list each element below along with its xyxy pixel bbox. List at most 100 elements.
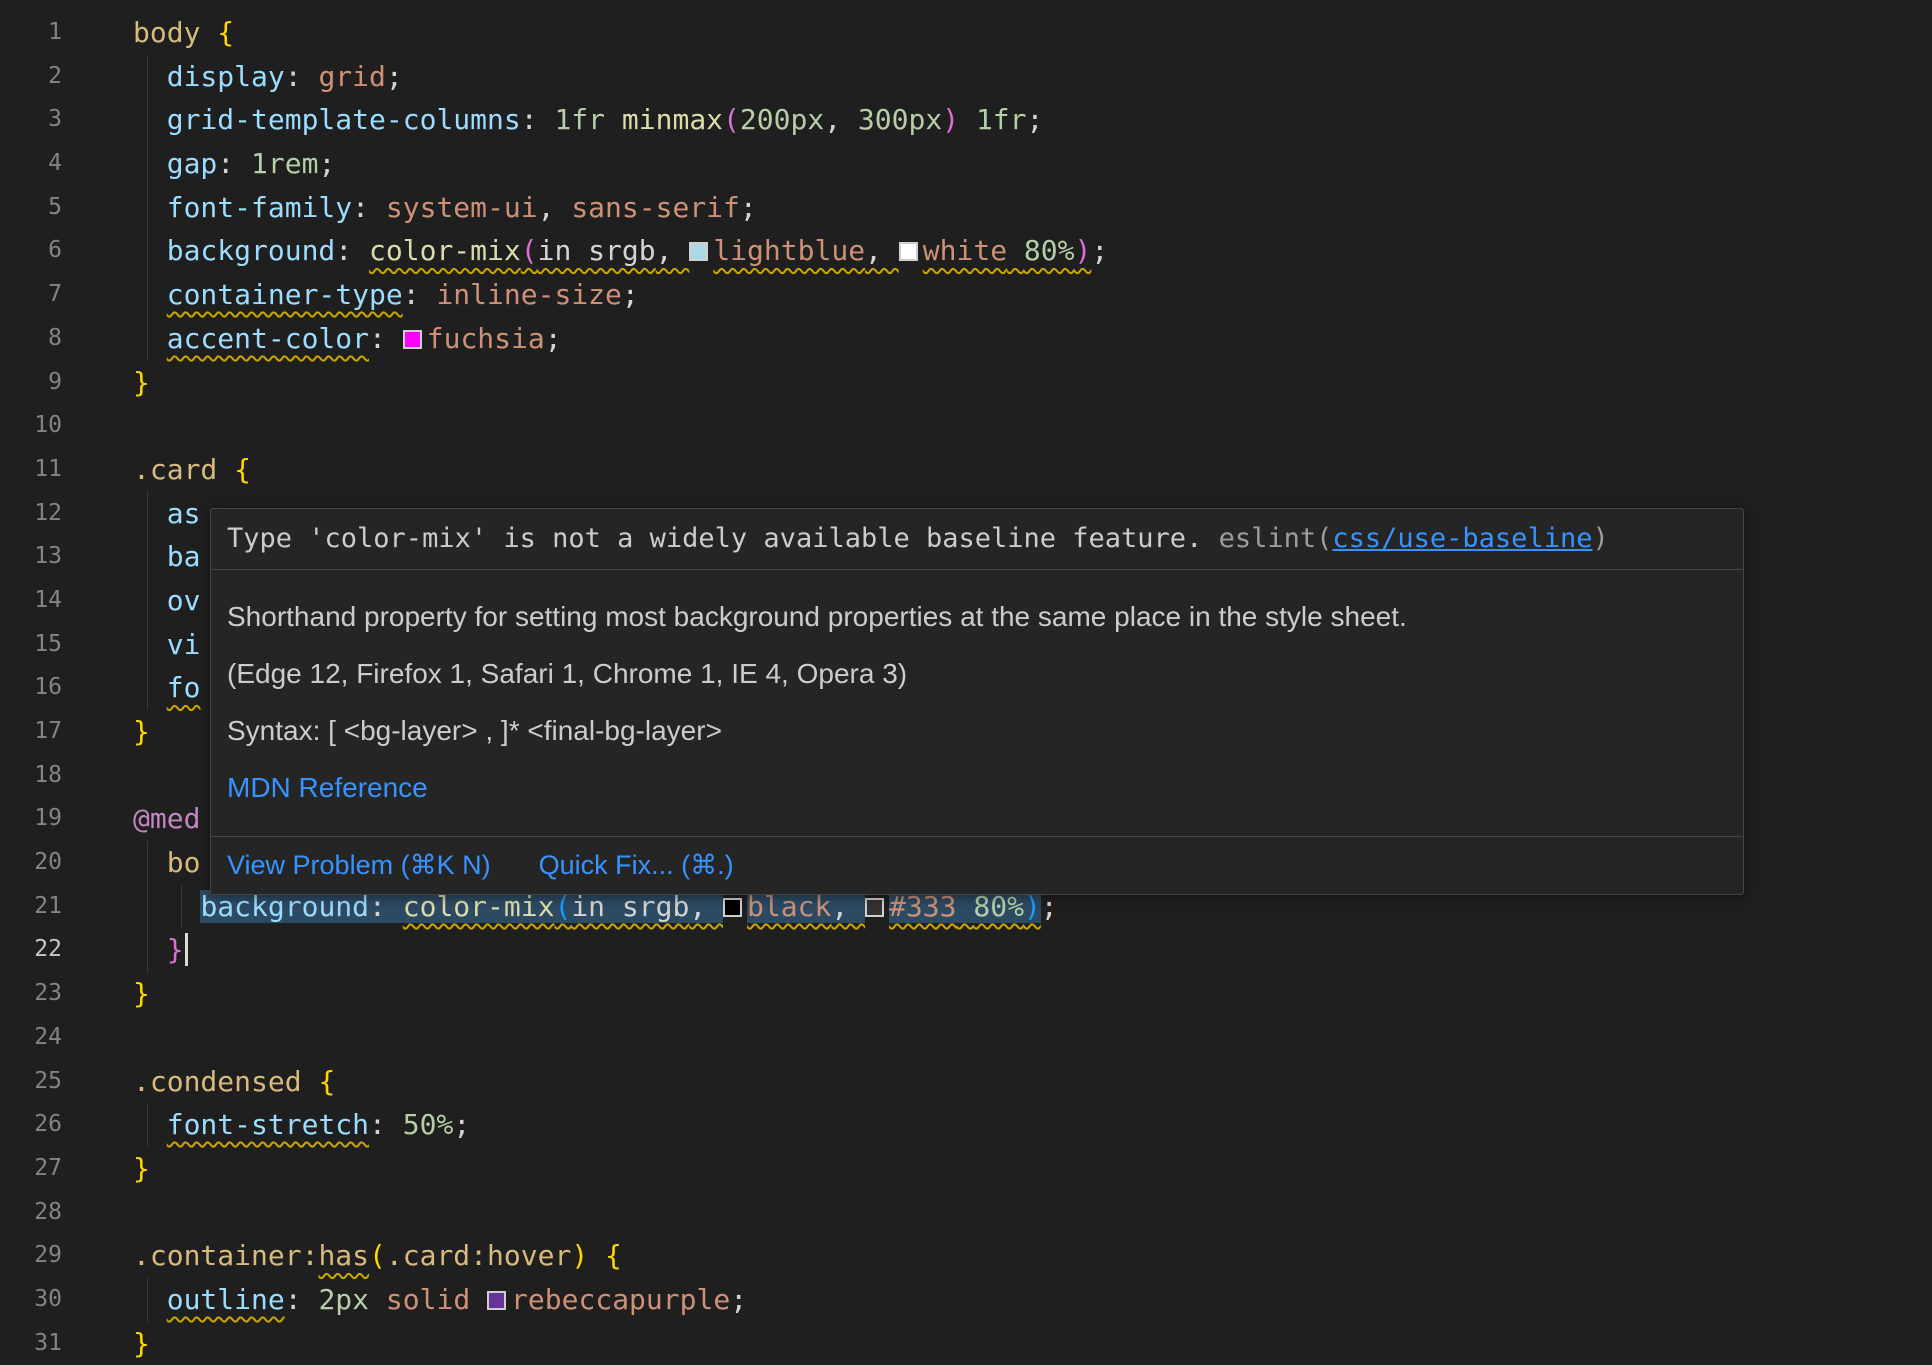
line-number: 4 (0, 142, 62, 186)
line-number: 13 (0, 535, 62, 579)
code-line[interactable]: 9} (0, 361, 1932, 405)
code-token (1007, 234, 1024, 267)
code-line[interactable]: 5 font-family: system-ui, sans-serif; (0, 186, 1932, 230)
code-token: , (656, 234, 690, 267)
line-number: 16 (0, 666, 62, 710)
code-line[interactable]: 7 container-type: inline-size; (0, 273, 1932, 317)
code-line[interactable]: 29.container:has(.card:hover) { (0, 1234, 1932, 1278)
line-number: 25 (0, 1060, 62, 1104)
code-token: { (234, 453, 251, 486)
code-text: vi (133, 623, 200, 667)
color-swatch[interactable] (403, 330, 422, 349)
code-token: gap (167, 147, 218, 180)
line-number: 12 (0, 492, 62, 536)
code-token (133, 628, 167, 661)
code-token: , (824, 103, 858, 136)
code-text: grid-template-columns: 1fr minmax(200px,… (133, 98, 1043, 142)
code-line[interactable]: 31} (0, 1322, 1932, 1365)
code-token: inline-size (436, 278, 621, 311)
code-token: sans-serif (571, 191, 740, 224)
line-number: 19 (0, 797, 62, 841)
code-token: as (167, 497, 201, 530)
code-token (133, 933, 167, 966)
code-token: } (133, 1327, 150, 1360)
diagnostic-message: Type 'color-mix' is not a widely availab… (211, 509, 1743, 570)
code-text: outline: 2px solid rebeccapurple; (133, 1278, 747, 1322)
code-token (133, 234, 167, 267)
code-token: color-mix (369, 234, 521, 267)
code-text: .condensed { (133, 1060, 335, 1104)
code-line[interactable]: 25 .condensed { (0, 1060, 1932, 1104)
color-swatch[interactable] (689, 242, 708, 261)
code-line[interactable]: 24 (0, 1016, 1932, 1060)
code-token: vi (167, 628, 201, 661)
code-line[interactable]: 30 outline: 2px solid rebeccapurple; (0, 1278, 1932, 1322)
line-number: 18 (0, 754, 62, 798)
code-text: ba (133, 535, 200, 579)
code-line[interactable]: 22 } (0, 928, 1932, 972)
code-line[interactable]: 27} (0, 1147, 1932, 1191)
code-token: ( (369, 1239, 386, 1272)
code-token: has (318, 1239, 369, 1272)
color-swatch[interactable] (899, 242, 918, 261)
code-token: ; (1091, 234, 1108, 267)
code-line[interactable]: 8 accent-color: fuchsia; (0, 317, 1932, 361)
code-token: } (133, 1152, 150, 1185)
code-token: outline (167, 1283, 285, 1316)
code-token: ( (521, 234, 538, 267)
code-line[interactable]: 4 gap: 1rem; (0, 142, 1932, 186)
color-swatch[interactable] (723, 898, 742, 917)
code-token: background (167, 234, 336, 267)
code-text: font-stretch: 50%; (133, 1103, 470, 1147)
vscode-editor: 1body {2 display: grid;3 grid-template-c… (0, 0, 1932, 1358)
view-problem-action[interactable]: View Problem (⌘K N) (227, 850, 491, 881)
code-token: 50% (403, 1108, 454, 1141)
code-line[interactable]: 10 (0, 404, 1932, 448)
diagnostic-source-prefix: eslint( (1219, 523, 1333, 554)
code-line[interactable]: 2 display: grid; (0, 55, 1932, 99)
code-token: { (217, 16, 234, 49)
code-token (133, 1283, 167, 1316)
code-token: lightblue (713, 234, 865, 267)
code-text: as (133, 492, 200, 536)
code-line[interactable]: 11.card { (0, 448, 1932, 492)
doc-browser-support: (Edge 12, Firefox 1, Safari 1, Chrome 1,… (227, 657, 1727, 690)
line-number: 1 (0, 11, 62, 55)
mdn-reference-link[interactable]: MDN Reference (227, 772, 428, 803)
line-number: 30 (0, 1278, 62, 1322)
code-text: accent-color: fuchsia; (133, 317, 562, 361)
code-token: solid (386, 1283, 470, 1316)
code-line[interactable]: 23} (0, 972, 1932, 1016)
code-token (133, 497, 167, 530)
code-text: font-family: system-ui, sans-serif; (133, 186, 757, 230)
code-token: : (285, 1283, 319, 1316)
code-token: : (352, 191, 386, 224)
code-line[interactable]: 1body { (0, 11, 1932, 55)
color-swatch[interactable] (865, 898, 884, 917)
code-token: , (538, 191, 572, 224)
code-line[interactable]: 3 grid-template-columns: 1fr minmax(200p… (0, 98, 1932, 142)
quick-fix-action[interactable]: Quick Fix... (⌘.) (539, 850, 734, 881)
hover-actions-bar: View Problem (⌘K N) Quick Fix... (⌘.) (211, 836, 1743, 894)
code-text: bo (133, 841, 200, 885)
code-token: } (133, 715, 150, 748)
code-token: in srgb (538, 234, 656, 267)
code-token (133, 540, 167, 573)
code-text: } (133, 1147, 150, 1191)
code-token: bo (167, 846, 201, 879)
code-line[interactable]: 6 background: color-mix(in srgb, lightbl… (0, 229, 1932, 273)
line-number: 6 (0, 229, 62, 273)
color-swatch[interactable] (487, 1291, 506, 1310)
line-number: 14 (0, 579, 62, 623)
code-line[interactable]: 28 (0, 1191, 1932, 1235)
code-line[interactable]: 26 font-stretch: 50%; (0, 1103, 1932, 1147)
eslint-rule-link[interactable]: css/use-baseline (1332, 523, 1592, 554)
code-token: 1fr (976, 103, 1027, 136)
code-text: .container:has(.card:hover) { (133, 1234, 622, 1278)
code-token: container-type (167, 278, 403, 311)
code-token: ; (730, 1283, 747, 1316)
code-token (200, 16, 217, 49)
code-token: ; (740, 191, 757, 224)
code-token (133, 147, 167, 180)
code-token (605, 103, 622, 136)
